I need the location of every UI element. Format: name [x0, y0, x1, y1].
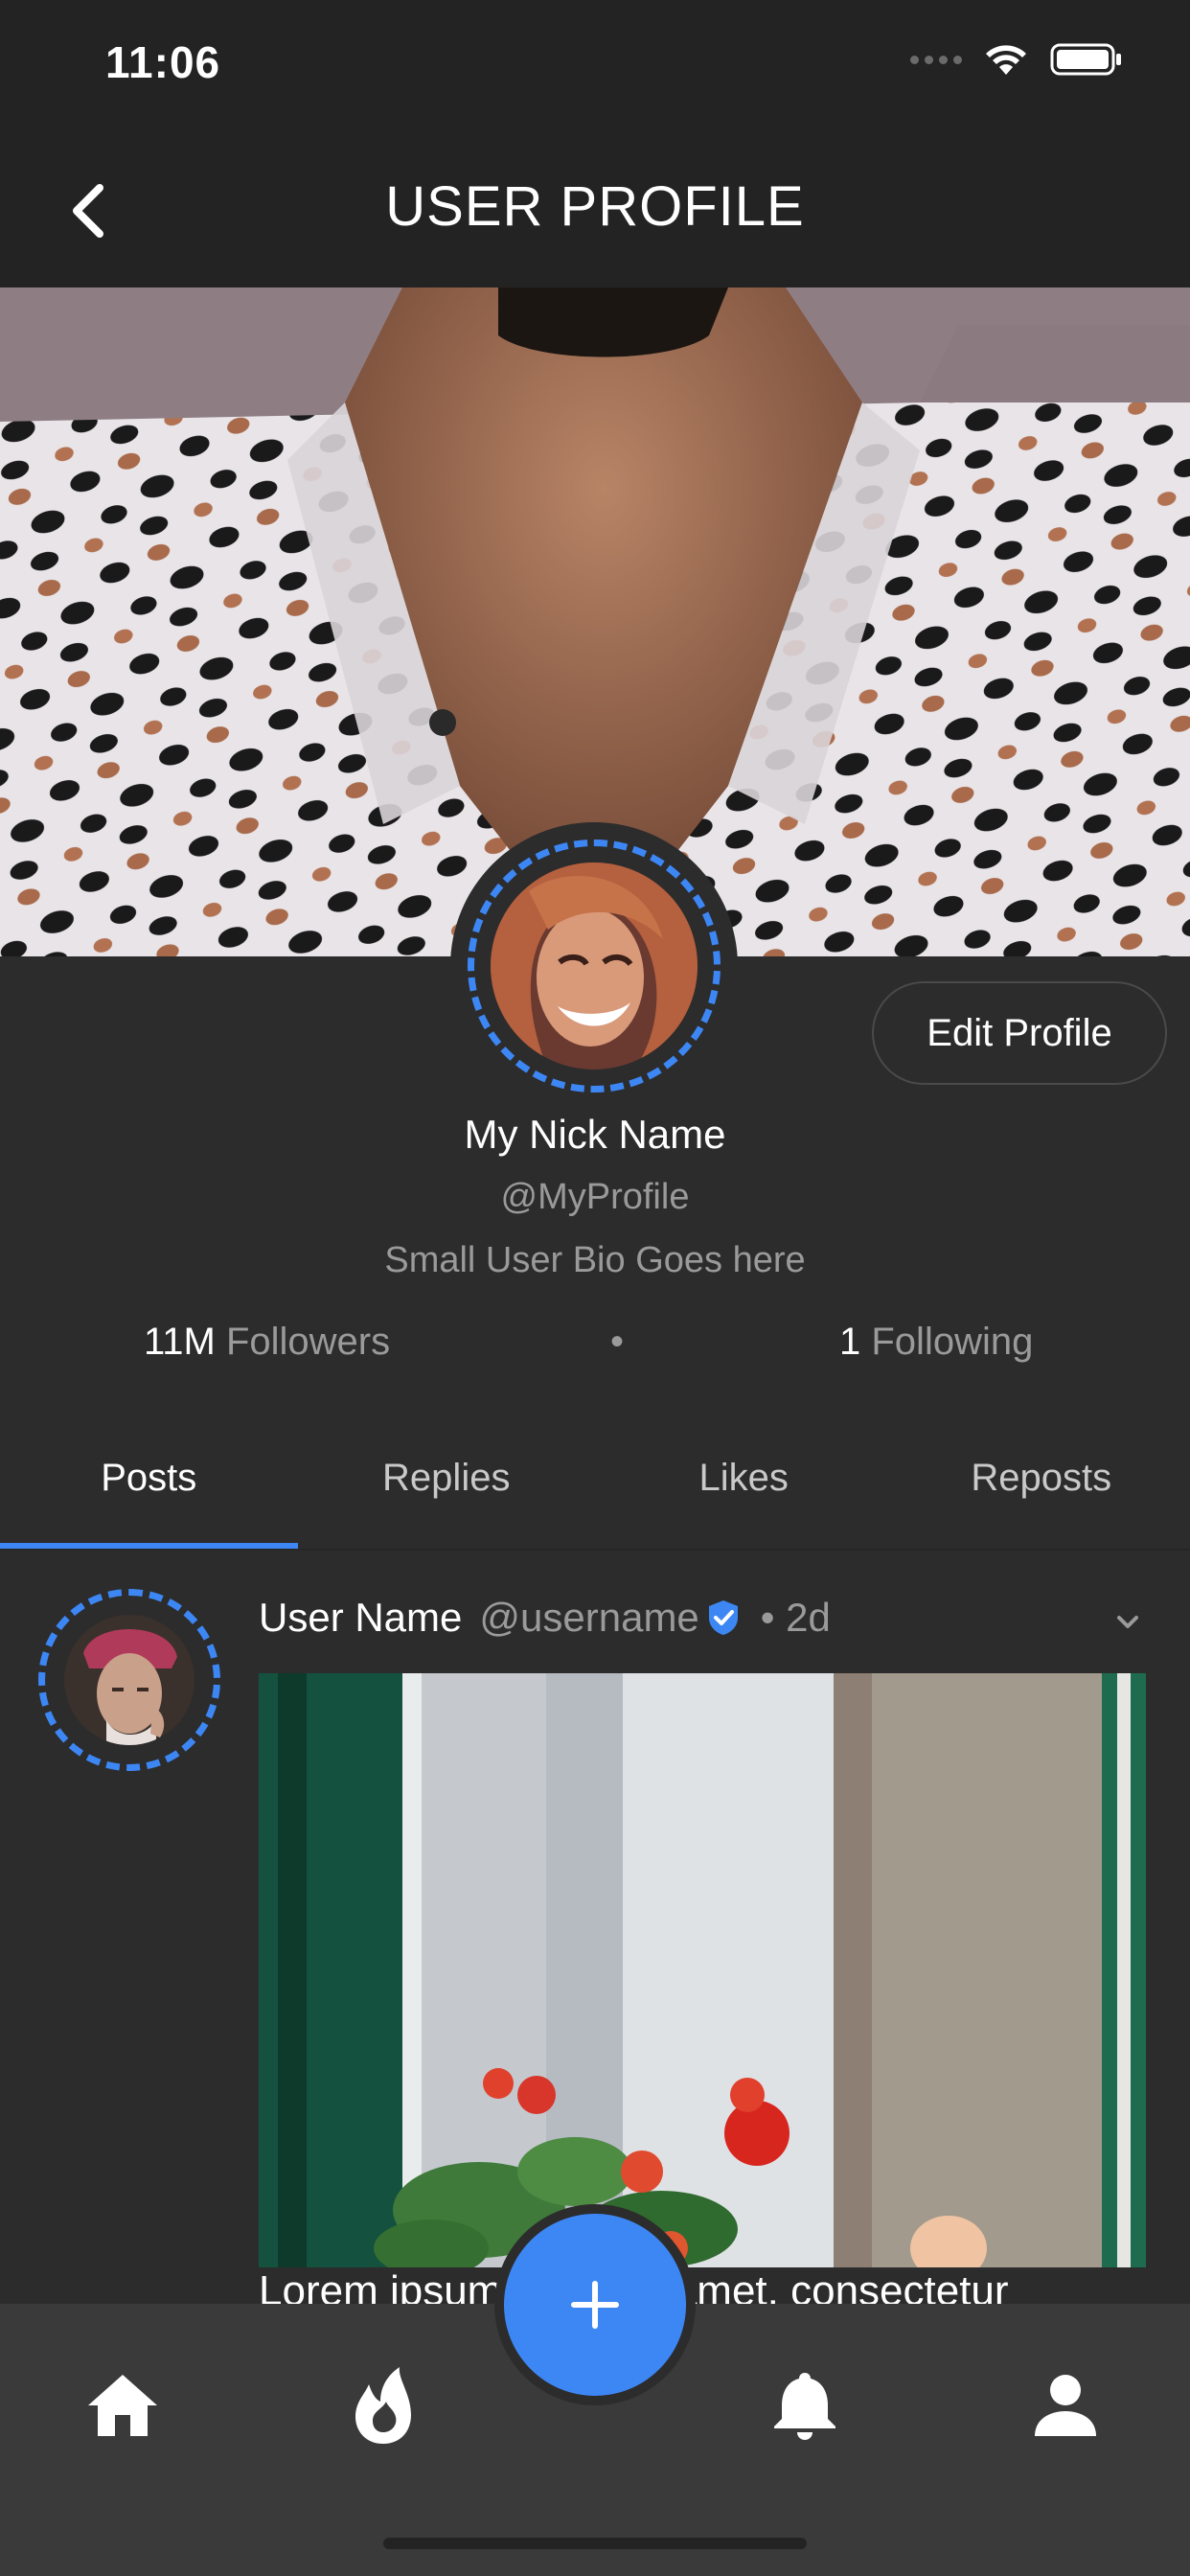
followers-stat[interactable]: 11M Followers — [144, 1321, 390, 1364]
nav-trending[interactable] — [335, 2358, 431, 2453]
tab-replies[interactable]: Replies — [298, 1438, 596, 1552]
tab-reposts[interactable]: Reposts — [893, 1438, 1190, 1552]
chevron-down-icon — [1117, 1616, 1138, 1628]
post-menu-button[interactable] — [1111, 1606, 1144, 1639]
flame-icon — [355, 2367, 411, 2444]
profile-bio: Small User Bio Goes here — [384, 1240, 806, 1280]
following-label: Following — [871, 1321, 1034, 1363]
status-bar: 11:06 — [0, 0, 1190, 134]
followers-count: 11M — [144, 1321, 216, 1363]
tab-posts[interactable]: Posts — [0, 1438, 298, 1552]
wifi-icon — [986, 45, 1026, 75]
profile-tabs: Posts Replies Likes Reposts — [0, 1438, 1190, 1552]
profile-stats: 11M Followers • 1 Following — [0, 1321, 1190, 1368]
followers-label: Followers — [225, 1321, 391, 1363]
nav-home[interactable] — [75, 2358, 171, 2453]
nav-profile[interactable] — [1018, 2358, 1113, 2453]
home-indicator — [383, 2538, 807, 2549]
page-title: USER PROFILE — [385, 175, 805, 238]
following-count: 1 — [839, 1321, 861, 1363]
avatar-image — [491, 862, 698, 1070]
signal-icon — [910, 55, 962, 64]
home-icon — [88, 2375, 157, 2436]
nav-notifications[interactable] — [757, 2358, 853, 2453]
post-header: User Name @username • 2d — [259, 1595, 831, 1641]
add-post-button[interactable] — [504, 2214, 686, 2396]
post-username[interactable]: @username — [479, 1595, 698, 1641]
verified-badge-icon — [705, 1598, 742, 1637]
post-avatar[interactable] — [38, 1589, 220, 1771]
person-icon — [1035, 2375, 1096, 2436]
tabs-divider — [0, 1549, 1190, 1551]
profile-screen: 11:06 USER PROFILE Edit Profile My Nick … — [0, 0, 1190, 2576]
plus-icon — [571, 2281, 619, 2329]
post-avatar-image — [64, 1615, 195, 1745]
bell-icon — [774, 2373, 835, 2440]
battery-icon — [1050, 43, 1121, 76]
post-image[interactable] — [259, 1673, 1146, 2267]
status-icons — [910, 42, 1123, 77]
following-stat[interactable]: 1 Following — [839, 1321, 1033, 1364]
status-time: 11:06 — [105, 37, 221, 87]
edit-profile-button[interactable]: Edit Profile — [872, 981, 1167, 1085]
app-header: USER PROFILE — [0, 134, 1190, 288]
stats-separator: • — [610, 1321, 625, 1363]
profile-handle: @MyProfile — [500, 1177, 690, 1217]
profile-avatar[interactable] — [450, 822, 738, 1110]
profile-nick-name: My Nick Name — [464, 1112, 726, 1157]
post-user-name[interactable]: User Name — [259, 1595, 462, 1641]
tab-likes[interactable]: Likes — [595, 1438, 893, 1552]
post-time: • 2d — [760, 1595, 831, 1640]
